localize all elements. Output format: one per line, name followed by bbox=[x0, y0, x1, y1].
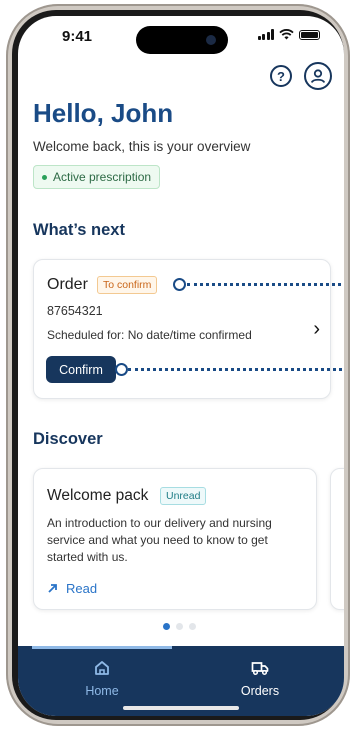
welcome-text: Welcome back, this is your overview bbox=[33, 139, 251, 154]
wifi-icon bbox=[279, 29, 294, 40]
callout-line bbox=[128, 368, 344, 371]
callout-marker bbox=[173, 278, 186, 291]
discover-card[interactable]: Welcome pack Unread An introduction to o… bbox=[33, 468, 317, 610]
app-screen: 9:41 ? Hello, John Welcome back, this is… bbox=[18, 16, 344, 716]
discover-heading: Discover bbox=[33, 430, 103, 448]
pager-dot[interactable] bbox=[189, 623, 196, 630]
prescription-status-label: Active prescription bbox=[53, 170, 152, 184]
chevron-right-icon[interactable]: › bbox=[313, 318, 320, 341]
active-tab-indicator bbox=[32, 646, 172, 649]
discover-card-title: Welcome pack bbox=[47, 487, 149, 504]
discover-card-description: An introduction to our delivery and nurs… bbox=[47, 516, 272, 564]
callout-marker bbox=[115, 363, 128, 376]
status-time: 9:41 bbox=[62, 28, 93, 45]
status-dot-icon bbox=[42, 174, 47, 180]
callout-line bbox=[187, 283, 344, 286]
carousel-pager bbox=[163, 623, 196, 630]
prescription-status-badge: Active prescription bbox=[33, 165, 161, 189]
help-icon[interactable]: ? bbox=[270, 65, 292, 87]
header-actions: ? bbox=[270, 62, 332, 90]
truck-icon bbox=[251, 662, 269, 676]
camera-icon bbox=[206, 35, 216, 45]
pager-dot[interactable] bbox=[176, 623, 183, 630]
read-link-label: Read bbox=[66, 581, 98, 596]
tab-home-label: Home bbox=[85, 684, 119, 698]
battery-icon bbox=[299, 29, 320, 40]
order-schedule: Scheduled for: No date/time confirmed bbox=[47, 328, 252, 342]
tab-home[interactable]: Home bbox=[42, 660, 162, 700]
dynamic-island bbox=[136, 26, 228, 54]
confirm-button[interactable]: Confirm bbox=[46, 356, 116, 383]
pager-dot-active[interactable] bbox=[163, 623, 170, 630]
order-status-badge: To confirm bbox=[97, 276, 158, 294]
order-number: 87654321 bbox=[47, 304, 103, 318]
discover-card-next[interactable] bbox=[330, 468, 344, 610]
profile-icon[interactable] bbox=[304, 62, 332, 90]
home-indicator bbox=[123, 706, 239, 710]
page-title: Hello, John bbox=[33, 98, 174, 128]
bottom-tab-bar: Home Orders bbox=[18, 646, 344, 716]
read-link[interactable]: Read bbox=[47, 581, 97, 596]
arrow-up-right-icon bbox=[48, 584, 57, 593]
whats-next-heading: What’s next bbox=[33, 221, 125, 239]
status-icons bbox=[257, 29, 320, 40]
order-title: Order bbox=[47, 276, 88, 293]
tab-orders[interactable]: Orders bbox=[200, 660, 320, 700]
home-icon bbox=[95, 661, 109, 675]
signal-icon bbox=[257, 29, 274, 40]
unread-badge: Unread bbox=[160, 487, 207, 505]
tab-orders-label: Orders bbox=[240, 684, 280, 698]
